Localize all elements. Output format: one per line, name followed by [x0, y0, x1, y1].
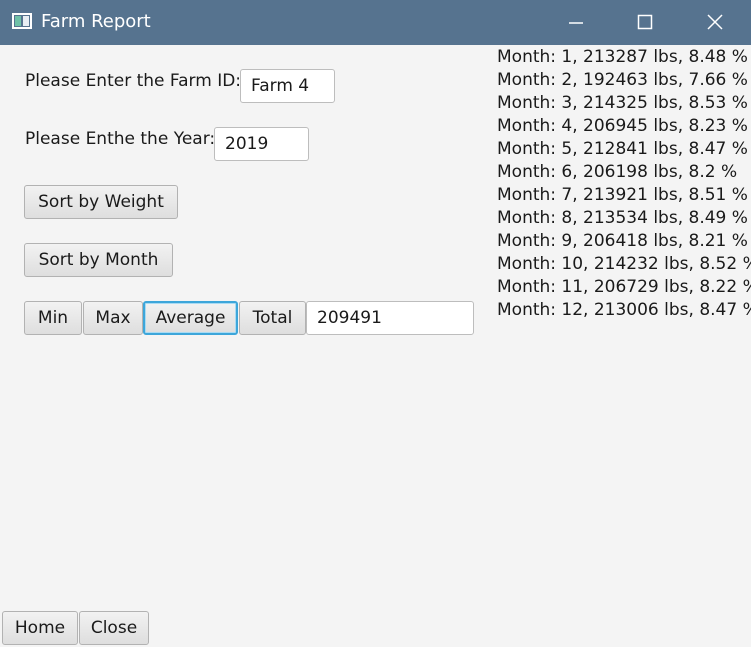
- title-bar: Farm Report: [0, 0, 751, 45]
- year-input[interactable]: [214, 127, 309, 161]
- maximize-button[interactable]: [622, 0, 668, 45]
- total-button[interactable]: Total: [239, 301, 306, 335]
- minimize-icon: [569, 22, 583, 24]
- month-row: Month: 2, 192463 lbs, 7.66 %: [497, 70, 748, 90]
- month-row: Month: 11, 206729 lbs, 8.22 %: [497, 277, 751, 297]
- average-button[interactable]: Average: [143, 301, 238, 335]
- close-button[interactable]: Close: [79, 611, 149, 645]
- month-row: Month: 3, 214325 lbs, 8.53 %: [497, 93, 748, 113]
- month-row: Month: 1, 213287 lbs, 8.48 %: [497, 47, 748, 67]
- result-field[interactable]: [306, 301, 474, 335]
- month-row: Month: 5, 212841 lbs, 8.47 %: [497, 139, 748, 159]
- min-button[interactable]: Min: [24, 301, 82, 335]
- app-icon: [12, 13, 32, 29]
- month-row: Month: 8, 213534 lbs, 8.49 %: [497, 208, 748, 228]
- maximize-icon: [637, 14, 653, 30]
- month-row: Month: 4, 206945 lbs, 8.23 %: [497, 116, 748, 136]
- home-button[interactable]: Home: [2, 611, 78, 645]
- month-row: Month: 10, 214232 lbs, 8.52 %: [497, 254, 751, 274]
- window-title: Farm Report: [41, 11, 151, 32]
- farm-id-input[interactable]: [240, 69, 335, 103]
- month-row: Month: 6, 206198 lbs, 8.2 %: [497, 162, 738, 182]
- sort-by-month-button[interactable]: Sort by Month: [24, 243, 173, 277]
- month-list: Month: 1, 213287 lbs, 8.48 % Month: 2, 19…: [497, 46, 751, 326]
- close-icon: [707, 14, 723, 30]
- close-window-button[interactable]: [692, 0, 738, 45]
- minimize-button[interactable]: [553, 0, 599, 45]
- sort-by-weight-button[interactable]: Sort by Weight: [24, 185, 178, 219]
- month-row: Month: 9, 206418 lbs, 8.21 %: [497, 231, 748, 251]
- farm-id-label: Please Enter the Farm ID:: [25, 71, 242, 91]
- year-label: Please Enthe the Year:: [25, 129, 216, 149]
- month-row: Month: 7, 213921 lbs, 8.51 %: [497, 185, 748, 205]
- max-button[interactable]: Max: [83, 301, 143, 335]
- month-row: Month: 12, 213006 lbs, 8.47 %: [497, 300, 751, 320]
